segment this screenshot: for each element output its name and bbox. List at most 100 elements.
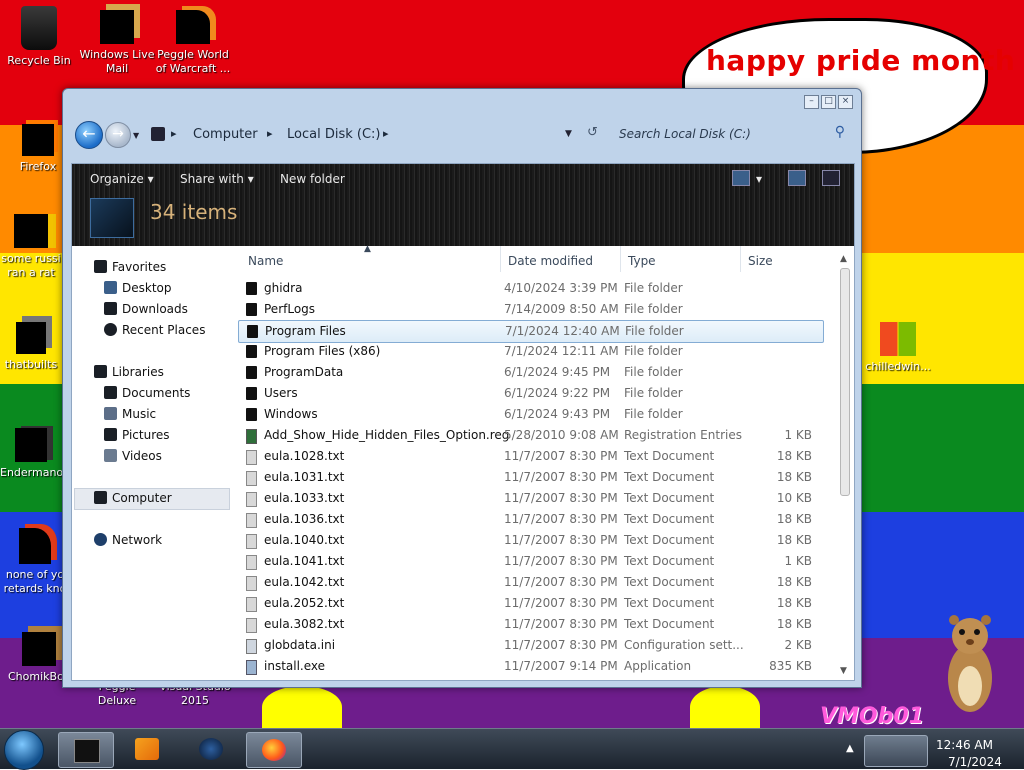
file-date: 5/28/2010 9:08 AM <box>504 428 619 442</box>
nav-pictures[interactable]: Pictures <box>122 428 170 442</box>
file-date: 11/7/2007 8:30 PM <box>504 533 618 547</box>
file-type: Text Document <box>624 596 715 610</box>
file-row[interactable]: eula.2052.txt 11/7/2007 8:30 PM Text Docum… <box>238 593 822 614</box>
desktop-icon-windows-live-mail[interactable]: Windows Live Mail <box>78 10 156 76</box>
breadcrumb-local-disk[interactable]: Local Disk (C:) <box>287 127 380 142</box>
file-name: eula.3082.txt <box>264 617 345 631</box>
clock-date[interactable]: 7/1/2024 <box>948 755 1002 769</box>
column-divider[interactable] <box>740 246 741 272</box>
nav-recent-places[interactable]: Recent Places <box>122 323 205 337</box>
desktop-icon-shortcut-1[interactable]: some russi ran a rat <box>0 214 62 280</box>
taskbar-media-player[interactable] <box>120 732 174 766</box>
nav-network[interactable]: Network <box>112 533 162 547</box>
close-button[interactable]: × <box>838 95 853 109</box>
recent-pages-dropdown[interactable]: ▼ <box>133 131 139 140</box>
nav-downloads[interactable]: Downloads <box>122 302 188 316</box>
file-name: Windows <box>264 407 318 421</box>
file-row[interactable]: Program Files 7/1/2024 12:40 AM File folde… <box>238 320 824 343</box>
windows-flag-icon <box>880 322 916 356</box>
nav-videos[interactable]: Videos <box>122 449 162 463</box>
nav-documents[interactable]: Documents <box>122 386 190 400</box>
folder-icon <box>246 387 257 400</box>
breadcrumb-separator[interactable]: ▸ <box>267 127 273 140</box>
file-row[interactable]: Windows 6/1/2024 9:43 PM File folder <box>238 404 822 425</box>
column-header-date[interactable]: Date modified <box>508 254 593 268</box>
column-header-size[interactable]: Size <box>748 254 773 268</box>
file-row[interactable]: eula.1031.txt 11/7/2007 8:30 PM Text Docum… <box>238 467 822 488</box>
file-row[interactable]: eula.3082.txt 11/7/2007 8:30 PM Text Docum… <box>238 614 822 635</box>
search-box[interactable]: Search Local Disk (C:) ⚲ <box>613 123 847 145</box>
nav-music[interactable]: Music <box>122 407 156 421</box>
column-header-name[interactable]: Name <box>248 254 283 268</box>
address-dropdown[interactable]: ▼ <box>565 129 572 139</box>
file-row[interactable]: globdata.ini 11/7/2007 8:30 PM Configurati… <box>238 635 822 656</box>
view-options-icon[interactable] <box>732 170 750 186</box>
desktop-icon-shortcut-3[interactable]: Endermano <box>0 428 63 480</box>
back-button[interactable]: ← <box>75 121 103 149</box>
taskbar-globe[interactable] <box>184 732 238 766</box>
maximize-button[interactable]: □ <box>821 95 836 109</box>
scroll-up-arrow[interactable]: ▲ <box>840 254 847 264</box>
clock-time[interactable]: 12:46 AM <box>936 738 993 752</box>
file-type: Text Document <box>624 554 715 568</box>
desktop-icon-recycle-bin[interactable]: Recycle Bin <box>0 6 78 68</box>
desktop-icon-shortcut-4[interactable]: none of yo retards kno <box>0 528 70 596</box>
search-input[interactable]: Search Local Disk (C:) <box>619 127 751 141</box>
file-row[interactable]: Add_Show_Hide_Hidden_Files_Option.reg 5/2… <box>238 425 822 446</box>
file-date: 11/7/2007 8:30 PM <box>504 491 618 505</box>
vertical-scrollbar[interactable]: ▲ ▼ <box>838 254 852 676</box>
scroll-down-arrow[interactable]: ▼ <box>840 666 847 676</box>
share-with-menu[interactable]: Share with ▾ <box>180 172 254 186</box>
file-row[interactable]: eula.1033.txt 11/7/2007 8:30 PM Text Docum… <box>238 488 822 509</box>
file-row[interactable]: eula.1042.txt 11/7/2007 8:30 PM Text Docum… <box>238 572 822 593</box>
file-row[interactable]: Users 6/1/2024 9:22 PM File folder <box>238 383 822 404</box>
desktop-icon-label: Windows Live Mail <box>79 48 155 75</box>
column-divider[interactable] <box>620 246 621 272</box>
file-row[interactable]: PerfLogs 7/14/2009 8:50 AM File folder <box>238 299 822 320</box>
desktop-icon-chilledwin[interactable]: chilledwin... <box>860 322 936 374</box>
file-name: Program Files <box>265 324 346 338</box>
nav-libraries[interactable]: Libraries <box>112 365 164 379</box>
new-folder-button[interactable]: New folder <box>280 172 345 186</box>
taskbar-explorer[interactable] <box>58 732 114 768</box>
file-name: eula.1040.txt <box>264 533 345 547</box>
taskbar-firefox[interactable] <box>246 732 302 768</box>
file-row[interactable]: eula.1028.txt 11/7/2007 8:30 PM Text Docum… <box>238 446 822 467</box>
breadcrumb-separator[interactable]: ▸ <box>383 127 389 140</box>
file-size: 18 KB <box>776 470 812 484</box>
refresh-icon[interactable]: ↺ <box>587 125 598 140</box>
breadcrumb-computer[interactable]: Computer <box>193 127 258 142</box>
column-divider[interactable] <box>500 246 501 272</box>
nav-desktop[interactable]: Desktop <box>122 281 172 295</box>
file-date: 11/7/2007 8:30 PM <box>504 638 618 652</box>
tray-app-preview[interactable] <box>864 735 928 767</box>
explorer-window: – □ × ← → ▼ ▸ Computer ▸ Local Disk (C:)… <box>62 88 862 688</box>
file-date: 7/1/2024 12:11 AM <box>504 344 619 358</box>
help-icon[interactable] <box>822 170 840 186</box>
scroll-thumb[interactable] <box>840 268 850 496</box>
txt-file-icon <box>246 618 257 633</box>
file-row[interactable]: Program Files (x86) 7/1/2024 12:11 AM File… <box>238 341 822 362</box>
minimize-button[interactable]: – <box>804 95 819 109</box>
folder-icon <box>246 303 257 316</box>
media-player-icon <box>135 738 159 760</box>
desktop-icon-shortcut-2[interactable]: thatbuilts <box>0 322 62 372</box>
file-row[interactable]: install.exe 11/7/2007 9:14 PM Application 8… <box>238 656 822 677</box>
preview-pane-icon[interactable] <box>788 170 806 186</box>
nav-computer[interactable]: Computer <box>112 491 172 505</box>
file-row[interactable]: eula.1040.txt 11/7/2007 8:30 PM Text Docum… <box>238 530 822 551</box>
file-row[interactable]: ProgramData 6/1/2024 9:45 PM File folder <box>238 362 822 383</box>
show-hidden-icons[interactable]: ▲ <box>846 743 854 754</box>
column-header-type[interactable]: Type <box>628 254 656 268</box>
file-row[interactable]: ghidra 4/10/2024 3:39 PM File folder <box>238 278 822 299</box>
organize-menu[interactable]: Organize ▾ <box>90 172 154 186</box>
forward-button[interactable]: → <box>105 122 131 148</box>
breadcrumb-separator[interactable]: ▸ <box>171 127 177 140</box>
desktop-icon-peggle-wow[interactable]: Peggle World of Warcraft ... <box>154 10 232 76</box>
view-dropdown-arrow[interactable]: ▾ <box>756 172 762 186</box>
search-icon[interactable]: ⚲ <box>835 124 845 140</box>
start-button[interactable] <box>4 730 44 770</box>
nav-favorites[interactable]: Favorites <box>112 260 166 274</box>
file-row[interactable]: eula.1036.txt 11/7/2007 8:30 PM Text Docum… <box>238 509 822 530</box>
file-row[interactable]: eula.1041.txt 11/7/2007 8:30 PM Text Docum… <box>238 551 822 572</box>
